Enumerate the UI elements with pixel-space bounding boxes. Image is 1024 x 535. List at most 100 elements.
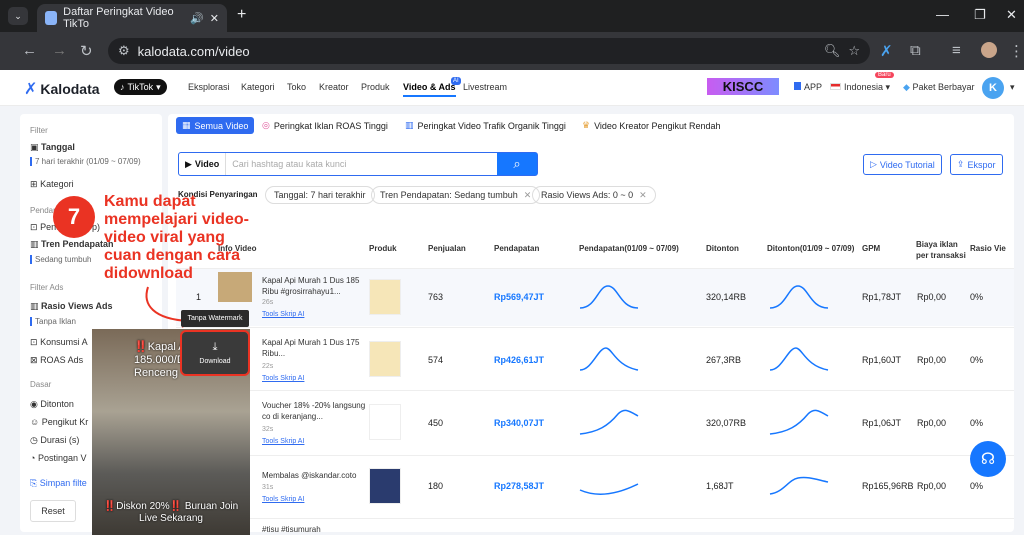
back-icon[interactable]: ← <box>22 42 37 59</box>
export-button[interactable]: ⇪ Ekspor <box>950 154 1003 175</box>
revenue-value[interactable]: Rp340,07JT <box>494 418 544 428</box>
tren-value[interactable]: Sedang tumbuh <box>30 255 92 264</box>
video-duration: 22s <box>262 363 274 370</box>
ditonton-filter[interactable]: ◉ Ditonton <box>30 399 74 410</box>
rasio-filter[interactable]: ▥ Rasio Views Ads <box>30 301 113 312</box>
durasi-label: Durasi (s) <box>40 435 80 445</box>
tab-trafik-organik[interactable]: ▥ Peringkat Video Trafik Organik Tinggi <box>405 120 566 131</box>
product-thumbnail[interactable] <box>369 404 401 440</box>
tab-close-icon[interactable]: ✕ <box>210 12 227 25</box>
video-tutorial-button[interactable]: ▷ Video Tutorial <box>863 154 942 175</box>
plan-link[interactable]: ◆ Paket Berbayar <box>903 82 974 93</box>
product-thumbnail[interactable] <box>369 279 401 315</box>
postingan-label: Postingan V <box>37 453 87 463</box>
app-download-link[interactable]: APP <box>794 82 822 92</box>
extension-kalodata-icon[interactable]: ✗ <box>880 42 893 60</box>
revenue-value[interactable]: Rp569,47JT <box>494 292 544 302</box>
search-type-selector[interactable]: ▶ Video <box>179 153 227 175</box>
url-input[interactable]: ⚙ kalodata.com/video 🔍︎ ☆ <box>108 38 870 64</box>
revenue-value[interactable]: Rp426,61JT <box>494 355 544 365</box>
chip-tren[interactable]: Tren Pendapatan: Sedang tumbuh ✕ <box>371 186 541 204</box>
revenue-sparkline <box>579 347 639 371</box>
promo-banner[interactable]: KISCC <box>707 78 779 95</box>
ai-tools-link[interactable]: Tools Skrip AI <box>262 496 304 503</box>
kalodata-logo[interactable]: ✗ Kalodata <box>24 79 100 99</box>
tanggal-filter[interactable]: ▣ Tanggal <box>30 142 75 153</box>
wallet-icon: ⊡ <box>30 337 38 347</box>
video-title[interactable]: Kapal Api Murah 1 Dus 175 Ribu... <box>262 337 366 359</box>
col-pendapatan[interactable]: Pendapatan <box>494 244 539 253</box>
konsumsi-filter[interactable]: ⊡ Konsumsi A <box>30 337 88 348</box>
download-button[interactable]: ⤓ Download <box>180 330 250 376</box>
roas-filter[interactable]: ⊠ ROAS Ads <box>30 355 83 366</box>
video-title[interactable]: Membalas @iskandar.coto <box>262 470 366 481</box>
durasi-filter[interactable]: ◷ Durasi (s) <box>30 435 79 446</box>
search-input[interactable]: Cari hashtag atau kata kunci <box>226 159 497 169</box>
tab-roas-tinggi[interactable]: ◎ Peringkat Iklan ROAS Tinggi <box>262 120 388 131</box>
nav-video-ads[interactable]: Video & Ads <box>403 82 456 97</box>
nav-eksplorasi[interactable]: Eksplorasi <box>188 82 230 92</box>
nav-toko[interactable]: Toko <box>287 82 306 92</box>
postingan-filter[interactable]: ◔ Postingan V <box>30 453 87 463</box>
chip-tanggal[interactable]: Tanggal: 7 hari terakhir <box>265 186 375 204</box>
extensions-puzzle-icon[interactable]: ⧉ <box>910 42 921 59</box>
ai-tools-link[interactable]: Tools Skrip AI <box>262 311 304 318</box>
zoom-icon[interactable]: 🔍︎ <box>824 43 841 59</box>
tren-filter[interactable]: ▥ Tren Pendapatan <box>30 239 114 250</box>
close-window-icon[interactable]: ✕ <box>1006 7 1017 23</box>
diamond-icon: ◆ <box>903 82 910 92</box>
video-duration: 32s <box>262 426 274 433</box>
new-tab-button[interactable]: + <box>237 6 246 24</box>
product-thumbnail[interactable] <box>369 468 401 504</box>
nav-kreator[interactable]: Kreator <box>319 82 349 92</box>
col-penjualan[interactable]: Penjualan <box>428 244 466 253</box>
account-caret-icon[interactable]: ▾ <box>1010 82 1015 93</box>
rasio-value[interactable]: Tanpa Iklan <box>30 317 76 326</box>
profile-avatar-icon[interactable] <box>981 42 997 58</box>
col-rasio-views[interactable]: Rasio Vie <box>970 244 1006 253</box>
tab-kreator-pengikut-rendah[interactable]: ♛ Video Kreator Pengikut Rendah <box>582 120 721 131</box>
reset-button[interactable]: Reset <box>30 500 76 522</box>
minimize-icon[interactable]: — <box>936 7 949 22</box>
chip-rasio[interactable]: Rasio Views Ads: 0 ~ 0 ✕ <box>532 186 656 204</box>
ai-tools-link[interactable]: Tools Skrip AI <box>262 375 304 382</box>
video-title[interactable]: #tisu #tisumurah <box>262 524 366 535</box>
platform-selector[interactable]: ♪ TikTok ▾ <box>114 79 167 95</box>
bookmark-star-icon[interactable]: ☆ <box>848 43 870 59</box>
tab-label: Semua Video <box>194 120 249 131</box>
site-info-icon[interactable]: ⚙ <box>118 43 130 59</box>
tab-menu-button[interactable]: ⌄ <box>8 7 28 25</box>
tab-semua-video[interactable]: ▦ Semua Video <box>176 117 255 134</box>
restore-icon[interactable]: ❐ <box>974 7 986 23</box>
forward-icon[interactable]: → <box>52 42 67 59</box>
ai-tools-link[interactable]: Tools Skrip AI <box>262 438 304 445</box>
user-avatar[interactable]: K <box>982 77 1004 99</box>
col-produk[interactable]: Produk <box>369 244 397 253</box>
pengikut-filter[interactable]: ☺ Pengikut Kr <box>30 417 88 427</box>
nav-kategori[interactable]: Kategori <box>241 82 275 92</box>
col-gpm[interactable]: GPM <box>862 244 880 253</box>
close-icon[interactable]: ✕ <box>524 190 532 201</box>
search-button[interactable]: ⌕ <box>497 153 537 175</box>
kategori-filter[interactable]: ⊞ Kategori <box>30 179 74 190</box>
product-thumbnail[interactable] <box>369 341 401 377</box>
video-title[interactable]: Voucher 18% -20% langsung co di keranjan… <box>262 400 366 422</box>
reading-list-icon[interactable]: ≡ <box>952 42 961 59</box>
save-filter-link[interactable]: ⎘ Simpan filte <box>30 478 87 489</box>
nav-livestream[interactable]: Livestream <box>463 82 507 92</box>
video-duration: 31s <box>262 484 274 491</box>
region-selector[interactable]: Indonesia ▾ <box>830 82 890 93</box>
platform-label: TikTok <box>127 82 154 92</box>
nav-produk[interactable]: Produk <box>361 82 390 92</box>
chrome-menu-icon[interactable]: ⋮ <box>1009 42 1024 60</box>
col-ditonton[interactable]: Ditonton <box>706 244 739 253</box>
col-biaya-iklan[interactable]: Biaya iklan per transaksi <box>916 239 968 261</box>
support-chat-button[interactable]: ☊ <box>970 441 1006 477</box>
ai-badge: AI <box>451 77 461 85</box>
tanggal-value[interactable]: 7 hari terakhir (01/09 ~ 07/09) <box>30 157 141 166</box>
video-title[interactable]: Kapal Api Murah 1 Dus 185 Ribu #grosirra… <box>262 275 366 297</box>
revenue-value[interactable]: Rp278,58JT <box>494 481 544 491</box>
close-icon[interactable]: ✕ <box>639 190 647 201</box>
reload-icon[interactable]: ↻ <box>80 42 93 60</box>
browser-tab[interactable]: Daftar Peringkat Video TikTo 🔊 ✕ <box>37 4 227 32</box>
